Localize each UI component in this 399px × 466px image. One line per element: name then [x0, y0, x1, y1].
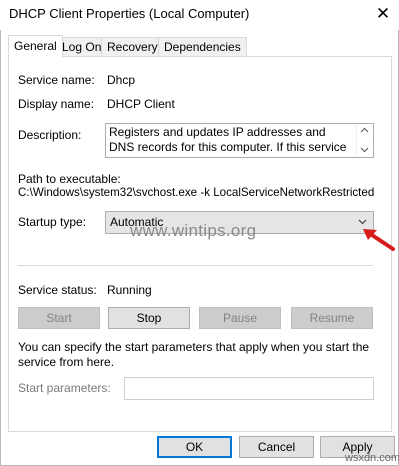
tab-log-on[interactable]: Log On: [56, 37, 108, 57]
watermark-text: www.wintips.org: [130, 221, 257, 240]
service-name-label: Service name:: [18, 73, 95, 87]
start-params-input[interactable]: [124, 377, 374, 400]
general-panel: [8, 56, 392, 432]
pause-button[interactable]: Pause: [199, 307, 281, 329]
description-textbox[interactable]: Registers and updates IP addresses and D…: [105, 123, 374, 158]
red-arrow-icon: [363, 229, 395, 251]
start-button[interactable]: Start: [18, 307, 100, 329]
display-name-value: DHCP Client: [107, 97, 175, 111]
startup-type-label: Startup type:: [18, 215, 87, 229]
tab-recovery[interactable]: Recovery: [101, 37, 164, 57]
start-params-hint: You can specify the start parameters tha…: [18, 340, 370, 369]
service-status-value: Running: [107, 283, 152, 297]
chevron-down-icon[interactable]: [358, 217, 367, 226]
scroll-up-icon[interactable]: [360, 127, 369, 133]
ok-button[interactable]: OK: [157, 436, 232, 458]
path-value: C:\Windows\system32\svchost.exe -k Local…: [18, 186, 375, 199]
start-params-label: Start parameters:: [18, 381, 111, 395]
window-title: DHCP Client Properties (Local Computer): [9, 6, 250, 21]
description-label: Description:: [18, 128, 82, 142]
scroll-down-icon[interactable]: [360, 147, 369, 153]
cancel-button[interactable]: Cancel: [239, 436, 314, 458]
stop-button[interactable]: Stop: [108, 307, 190, 329]
tab-general[interactable]: General: [8, 35, 63, 58]
display-name-label: Display name:: [18, 97, 95, 111]
path-label: Path to executable:: [18, 172, 121, 186]
tab-dependencies[interactable]: Dependencies: [158, 37, 247, 57]
service-name-value: Dhcp: [107, 73, 136, 87]
close-icon[interactable]: ✕: [372, 3, 394, 25]
divider: [18, 265, 373, 266]
description-text: Registers and updates IP addresses and D…: [109, 125, 347, 157]
title-bar: DHCP Client Properties (Local Computer) …: [0, 0, 399, 30]
description-scrollbar[interactable]: [356, 124, 373, 157]
service-status-label: Service status:: [18, 283, 97, 297]
resume-button[interactable]: Resume: [291, 307, 373, 329]
corner-watermark: wsxdn.com: [345, 452, 399, 464]
